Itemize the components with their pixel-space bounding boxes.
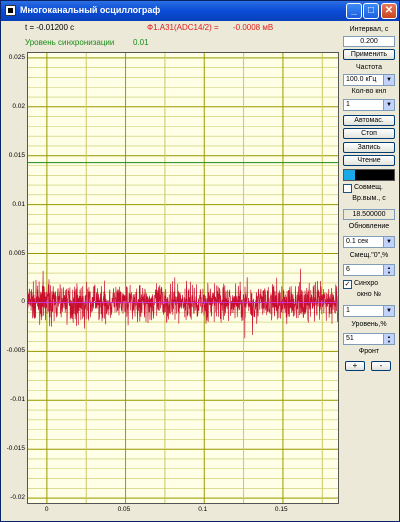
plot-svg (28, 53, 338, 503)
oscilloscope-plot[interactable] (27, 52, 339, 504)
sync-checkbox-label: Синхро (354, 280, 379, 287)
y-tick-label: -0.015 (6, 445, 25, 453)
sync-checkbox[interactable]: ✓ (343, 280, 352, 289)
update-select[interactable]: 0.1 сек ▼ (343, 236, 395, 248)
frequency-value: 100.0 кГц (346, 76, 377, 83)
oscilloscope-window: Многоканальный осциллограф _ □ ✕ t = -0.… (0, 0, 400, 522)
level-value: 51 (346, 335, 354, 342)
y-tick-label: -0.005 (6, 347, 25, 355)
sync-level-label: Уровень синхронизации (25, 38, 115, 47)
level-label: Уровень,% (351, 321, 387, 328)
sync-level-value: 0.01 (133, 38, 149, 47)
front-plus-button[interactable]: + (345, 361, 365, 371)
frequency-select[interactable]: 100.0 кГц ▼ (343, 74, 395, 86)
channel-value: -0.0008 мВ (233, 23, 274, 32)
front-minus-button[interactable]: - (371, 361, 391, 371)
time-label: Вр.вым., с (352, 195, 386, 202)
x-tick-label: 0 (44, 506, 49, 513)
maximize-button[interactable]: □ (363, 3, 379, 19)
update-value: 0.1 сек (346, 238, 369, 245)
app-icon (5, 5, 16, 16)
interval-label: Интервал, с (349, 26, 389, 33)
chevron-down-icon: ▼ (383, 100, 394, 110)
close-button[interactable]: ✕ (381, 3, 397, 19)
spin-down-icon[interactable]: ▼ (383, 270, 394, 275)
auto-scale-button[interactable]: Автомас. (343, 115, 395, 126)
offset-spinner[interactable]: 6 ▲ ▼ (343, 264, 395, 276)
offset-value: 6 (346, 266, 350, 273)
interval-input[interactable]: 0.200 (343, 36, 395, 47)
y-tick-label: -0.01 (10, 396, 25, 404)
checkmark-icon: ✓ (344, 281, 351, 288)
channels-value: 1 (346, 101, 350, 108)
read-button[interactable]: Чтение (343, 155, 395, 166)
title-bar[interactable]: Многоканальный осциллограф _ □ ✕ (1, 1, 399, 21)
frequency-label: Частота (356, 64, 382, 71)
level-meter-fill (344, 170, 355, 180)
signal-trace (28, 268, 338, 339)
chevron-down-icon: ▼ (383, 306, 394, 316)
minimize-button[interactable]: _ (346, 3, 362, 19)
minimize-icon: _ (351, 5, 357, 16)
time-readout: t = -0.01200 c (25, 23, 75, 32)
stop-button[interactable]: Стоп (343, 128, 395, 139)
front-label: Фронт (358, 348, 380, 355)
window-number-select[interactable]: 1 ▼ (343, 305, 395, 317)
window-title: Многоканальный осциллограф (20, 5, 161, 15)
y-tick-label: -0.02 (10, 494, 25, 502)
record-button[interactable]: Запись (343, 142, 395, 153)
window-number-label: окно № (356, 291, 382, 298)
y-tick-label: 0.015 (8, 151, 25, 159)
channels-select[interactable]: 1 ▼ (343, 99, 395, 111)
x-tick-label: 0.15 (274, 506, 288, 513)
update-label: Обновление (348, 223, 390, 230)
y-tick-label: 0.01 (12, 200, 25, 208)
y-tick-label: 0.02 (12, 102, 25, 110)
y-tick-label: 0 (21, 298, 25, 306)
maximize-icon: □ (367, 5, 375, 16)
chevron-down-icon: ▼ (383, 237, 394, 247)
level-meter (343, 169, 395, 181)
y-tick-label: 0.005 (8, 249, 25, 257)
spin-down-icon[interactable]: ▼ (383, 339, 394, 344)
combine-checkbox[interactable] (343, 184, 352, 193)
x-tick-label: 0.1 (198, 506, 208, 513)
close-icon: ✕ (384, 5, 394, 16)
window-number-value: 1 (346, 307, 350, 314)
combine-label: Совмещ. (354, 184, 383, 191)
time-value-field: 18.500000 (343, 209, 395, 220)
offset-label: Смещ."0",% (349, 252, 389, 259)
level-spinner[interactable]: 51 ▲ ▼ (343, 333, 395, 345)
channels-label: Кол-во кнл (351, 88, 387, 95)
channel-readout: Ф1.А31(ADC14/2) = (147, 23, 219, 32)
chevron-down-icon: ▼ (383, 75, 394, 85)
y-tick-label: 0.025 (8, 53, 25, 61)
x-tick-label: 0.05 (117, 506, 131, 513)
apply-button[interactable]: Применить (343, 49, 395, 60)
